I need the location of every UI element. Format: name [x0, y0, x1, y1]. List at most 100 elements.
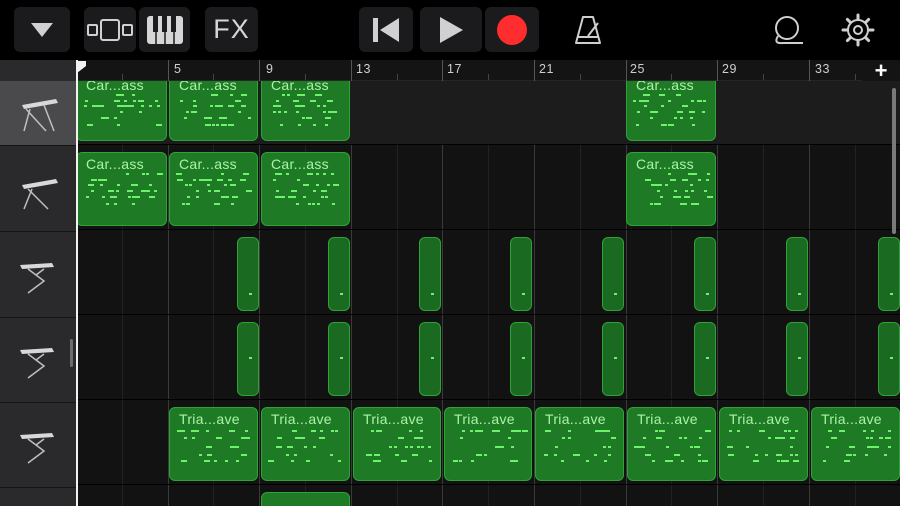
bar-number: 17: [447, 62, 462, 76]
midi-region[interactable]: Tria...ave: [444, 407, 532, 481]
region-label: Tria...ave: [454, 411, 515, 427]
track-lane-4[interactable]: [76, 315, 900, 400]
midi-region[interactable]: [510, 322, 532, 396]
add-track-button[interactable]: +: [862, 58, 900, 83]
track-header-2[interactable]: [0, 147, 76, 232]
midi-region[interactable]: [237, 237, 259, 311]
midi-note: [366, 454, 372, 456]
midi-region[interactable]: [602, 237, 624, 311]
midi-region[interactable]: [328, 237, 350, 311]
midi-note: [84, 105, 87, 107]
midi-note: [674, 190, 677, 192]
midi-note: [128, 196, 131, 198]
midi-note: [545, 454, 548, 456]
track-header-5[interactable]: [0, 403, 76, 488]
midi-region[interactable]: Car...ass: [169, 81, 258, 141]
midi-region[interactable]: Tria...ave: [627, 407, 716, 481]
track-lane-3[interactable]: [76, 230, 900, 315]
midi-note: [286, 173, 289, 175]
midi-note: [224, 117, 227, 119]
midi-note: [176, 173, 182, 175]
midi-note: [215, 105, 218, 107]
midi-note: [647, 179, 650, 181]
midi-region[interactable]: Tria...ave: [169, 407, 258, 481]
midi-note: [698, 454, 701, 456]
beat-tick: [855, 74, 856, 80]
midi-note: [479, 430, 482, 432]
track-view-dropdown-button[interactable]: [14, 7, 70, 52]
midi-note: [139, 111, 142, 113]
region-label: Car...ass: [636, 156, 694, 172]
midi-note: [221, 196, 227, 198]
midi-note: [308, 203, 311, 205]
midi-note: [338, 460, 341, 462]
midi-note: [142, 173, 145, 175]
playhead[interactable]: [76, 60, 78, 506]
midi-note: [313, 190, 316, 192]
midi-region[interactable]: Car...ass: [76, 152, 167, 226]
track-header-6[interactable]: [0, 488, 76, 506]
midi-note: [100, 184, 103, 186]
midi-region[interactable]: [237, 322, 259, 396]
midi-region[interactable]: Car...ass: [169, 152, 258, 226]
midi-region[interactable]: Car...ass: [626, 152, 716, 226]
midi-note: [562, 437, 565, 439]
midi-note: [85, 100, 88, 102]
midi-region[interactable]: [602, 322, 624, 396]
midi-region[interactable]: [786, 322, 808, 396]
midi-region[interactable]: [694, 322, 716, 396]
midi-region[interactable]: [786, 237, 808, 311]
track-header-1[interactable]: [0, 81, 76, 146]
midi-note: [141, 190, 144, 192]
midi-note: [316, 173, 319, 175]
midi-region[interactable]: [261, 492, 350, 506]
vertical-scrollbar[interactable]: [892, 88, 896, 234]
instrument-view-button[interactable]: [139, 7, 190, 52]
fx-button[interactable]: FX: [205, 7, 258, 52]
midi-region[interactable]: [878, 237, 900, 311]
midi-region[interactable]: Car...ass: [261, 81, 350, 141]
midi-region[interactable]: Tria...ave: [719, 407, 808, 481]
midi-region[interactable]: [878, 322, 900, 396]
midi-region[interactable]: [419, 322, 441, 396]
midi-note: [249, 357, 252, 359]
midi-note: [694, 173, 697, 175]
loop-browser-button[interactable]: [768, 12, 808, 48]
play-button[interactable]: [420, 7, 482, 52]
midi-region[interactable]: [419, 237, 441, 311]
midi-region[interactable]: Tria...ave: [261, 407, 350, 481]
track-header-4[interactable]: [0, 318, 76, 403]
midi-note: [118, 94, 124, 96]
metronome-button[interactable]: [568, 12, 608, 48]
midi-note: [614, 357, 617, 359]
midi-note: [753, 460, 759, 462]
midi-region[interactable]: Car...ass: [261, 152, 350, 226]
tracks-view-button[interactable]: [84, 7, 136, 52]
midi-note: [147, 190, 150, 192]
midi-note: [471, 460, 474, 462]
settings-button[interactable]: [838, 12, 878, 48]
midi-region[interactable]: Tria...ave: [811, 407, 900, 481]
midi-region[interactable]: Tria...ave: [535, 407, 624, 481]
midi-note: [206, 179, 212, 181]
midi-region[interactable]: Tria...ave: [353, 407, 441, 481]
midi-note: [697, 100, 700, 102]
ruler[interactable]: 5 9 13 17 21 25 29 33: [76, 60, 900, 81]
midi-region[interactable]: [694, 237, 716, 311]
midi-note: [643, 437, 646, 439]
midi-note: [793, 460, 799, 462]
record-button[interactable]: [485, 7, 539, 52]
midi-region[interactable]: [328, 322, 350, 396]
midi-region[interactable]: [510, 237, 532, 311]
midi-region[interactable]: Car...ass: [76, 81, 167, 141]
track-header-3[interactable]: [0, 232, 76, 318]
midi-note: [89, 184, 92, 186]
midi-region[interactable]: Car...ass: [626, 81, 716, 141]
midi-note: [187, 203, 190, 205]
midi-note: [296, 203, 299, 205]
go-to-start-button[interactable]: [359, 7, 413, 52]
timeline[interactable]: Car...ass Car...ass Car...ass Car...ass …: [76, 81, 900, 506]
midi-note: [319, 437, 325, 439]
region-label: Tria...ave: [271, 411, 332, 427]
header-resize-handle[interactable]: [70, 339, 73, 367]
